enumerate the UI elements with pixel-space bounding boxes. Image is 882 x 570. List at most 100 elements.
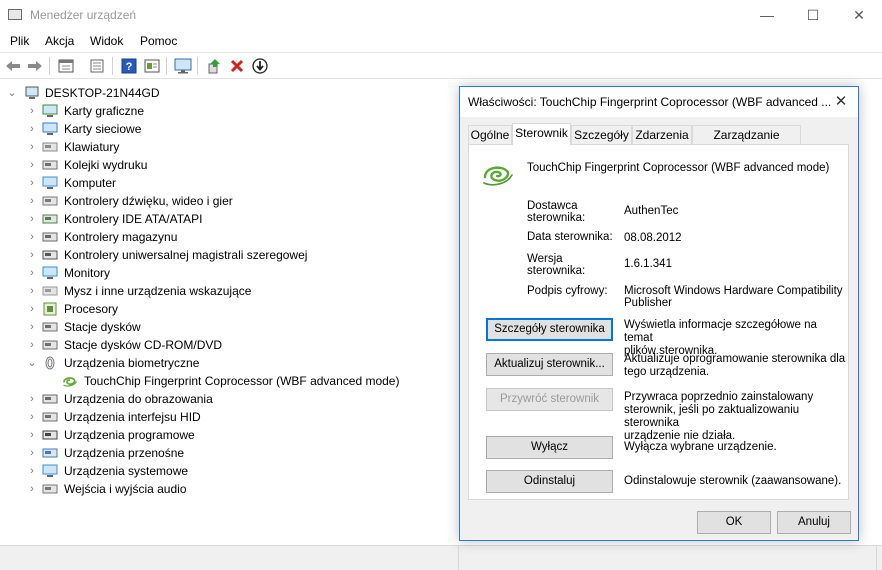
uninstall-driver-description: Odinstalowuje sterownik (zaawansowane). bbox=[624, 475, 842, 487]
window-title: Menedżer urządzeń bbox=[30, 8, 137, 22]
system-device-icon bbox=[42, 464, 58, 478]
menu-plik[interactable]: Plik bbox=[10, 34, 29, 48]
device-manager-icon bbox=[8, 9, 22, 20]
expand-chevron-icon[interactable]: › bbox=[27, 462, 37, 480]
expand-chevron-icon[interactable]: › bbox=[27, 408, 37, 426]
menu-akcja[interactable]: Akcja bbox=[45, 34, 74, 48]
disk-drive-icon bbox=[42, 320, 58, 334]
tab-zarzadzanie-energia[interactable]: Zarządzanie energią bbox=[692, 125, 801, 161]
expand-chevron-icon[interactable]: › bbox=[27, 282, 37, 300]
menu-pomoc[interactable]: Pomoc bbox=[140, 34, 177, 48]
expand-chevron-icon[interactable]: › bbox=[27, 336, 37, 354]
status-bar-divider bbox=[876, 546, 877, 570]
svg-text:?: ? bbox=[126, 61, 133, 73]
expand-chevron-icon[interactable]: › bbox=[27, 264, 37, 282]
tree-item-label: Kolejki wydruku bbox=[64, 158, 148, 172]
minimize-button[interactable]: — bbox=[744, 0, 790, 30]
hid-icon bbox=[42, 410, 58, 424]
disable-device-button[interactable]: Wyłącz bbox=[486, 436, 613, 459]
roll-back-driver-button[interactable]: Przywróć sterownik bbox=[486, 388, 613, 411]
tree-item-label: Urządzenia biometryczne bbox=[64, 356, 200, 370]
menu-widok[interactable]: Widok bbox=[90, 34, 123, 48]
tree-item-label: Mysz i inne urządzenia wskazujące bbox=[64, 284, 252, 298]
details-view-icon[interactable] bbox=[143, 57, 161, 75]
toolbar: ? bbox=[0, 52, 882, 79]
driver-date-value: 08.08.2012 bbox=[624, 232, 682, 244]
uninstall-x-icon[interactable] bbox=[228, 57, 246, 75]
menu-bar: Plik Akcja Widok Pomoc bbox=[0, 30, 882, 52]
keyboard-icon bbox=[42, 140, 58, 154]
forward-arrow-icon[interactable] bbox=[26, 57, 44, 75]
expand-chevron-icon[interactable]: › bbox=[27, 390, 37, 408]
tab-ogolne[interactable]: Ogólne bbox=[468, 125, 512, 144]
maximize-button[interactable]: ☐ bbox=[790, 0, 836, 30]
close-button[interactable]: ✕ bbox=[836, 0, 882, 30]
expand-chevron-icon[interactable]: › bbox=[27, 444, 37, 462]
tab-sterownik[interactable]: Sterownik bbox=[512, 123, 571, 145]
update-driver-icon[interactable] bbox=[205, 57, 223, 75]
tree-item-label: Procesory bbox=[64, 302, 119, 316]
touchchip-icon bbox=[62, 374, 78, 388]
ok-button[interactable]: OK bbox=[697, 511, 771, 534]
digital-signer-label: Podpis cyfrowy: bbox=[527, 285, 608, 297]
driver-date-label: Data sterownika: bbox=[527, 231, 613, 243]
network-adapter-icon bbox=[42, 122, 58, 136]
driver-details-button[interactable]: Szczegóły sterownika bbox=[486, 318, 613, 341]
expand-chevron-icon[interactable]: › bbox=[27, 480, 37, 498]
expand-chevron-icon[interactable]: › bbox=[27, 210, 37, 228]
usb-icon bbox=[42, 248, 58, 262]
printer-icon bbox=[42, 158, 58, 172]
audio-io-icon bbox=[42, 482, 58, 496]
toolbar-separator bbox=[112, 57, 113, 75]
expand-chevron-icon[interactable]: › bbox=[27, 156, 37, 174]
display-adapter-icon bbox=[42, 104, 58, 118]
properties-pane-icon[interactable] bbox=[57, 57, 75, 75]
status-bar-divider bbox=[458, 546, 459, 570]
dialog-title: Właściwości: TouchChip Fingerprint Copro… bbox=[468, 95, 832, 109]
expand-chevron-icon[interactable]: › bbox=[27, 318, 37, 336]
tree-item-label: Stacje dysków CD-ROM/DVD bbox=[64, 338, 223, 352]
driver-provider-label: Dostawca sterownika: bbox=[527, 200, 586, 224]
help-icon[interactable]: ? bbox=[120, 57, 138, 75]
device-name: TouchChip Fingerprint Coprocessor (WBF a… bbox=[527, 162, 830, 174]
tree-item-label: Monitory bbox=[64, 266, 111, 280]
cancel-button[interactable]: Anuluj bbox=[777, 511, 851, 534]
toolbar-separator bbox=[49, 57, 50, 75]
download-circle-icon[interactable] bbox=[251, 57, 269, 75]
expand-chevron-icon[interactable]: › bbox=[27, 228, 37, 246]
expand-chevron-icon[interactable]: › bbox=[27, 174, 37, 192]
back-arrow-icon[interactable] bbox=[4, 57, 22, 75]
roll-back-driver-description: Przywraca poprzednio zainstalowany sterow… bbox=[624, 391, 814, 442]
tree-item-label: Kontrolery magazynu bbox=[64, 230, 178, 244]
expand-chevron-icon[interactable]: › bbox=[27, 138, 37, 156]
update-driver-description: Aktualizuje oprogramowanie sterownika dl… bbox=[624, 353, 846, 378]
speaker-icon bbox=[42, 194, 58, 208]
tree-item-label: Stacje dysków bbox=[64, 320, 141, 334]
cpu-icon bbox=[42, 302, 58, 316]
storage-controller-icon bbox=[42, 230, 58, 244]
expand-chevron-icon[interactable]: › bbox=[27, 300, 37, 318]
collapse-chevron-icon[interactable]: ⌄ bbox=[7, 84, 17, 102]
portable-device-icon bbox=[42, 446, 58, 460]
expand-chevron-icon[interactable]: › bbox=[27, 426, 37, 444]
tree-item-label: Urządzenia interfejsu HID bbox=[64, 410, 201, 424]
expand-chevron-icon[interactable]: › bbox=[27, 192, 37, 210]
tree-item-label: Urządzenia do obrazowania bbox=[64, 392, 213, 406]
expand-chevron-icon[interactable]: › bbox=[27, 120, 37, 138]
expand-chevron-icon[interactable]: › bbox=[27, 246, 37, 264]
tab-zdarzenia[interactable]: Zdarzenia bbox=[632, 125, 692, 144]
mouse-icon bbox=[42, 284, 58, 298]
expand-chevron-icon[interactable]: › bbox=[27, 102, 37, 120]
ide-controller-icon bbox=[42, 212, 58, 226]
properties-dialog: Właściwości: TouchChip Fingerprint Copro… bbox=[459, 86, 859, 541]
uninstall-driver-button[interactable]: Odinstaluj bbox=[486, 470, 613, 493]
status-bar bbox=[0, 545, 882, 570]
tab-szczegoly[interactable]: Szczegóły bbox=[571, 125, 632, 144]
list-view-icon[interactable] bbox=[88, 57, 106, 75]
dvd-drive-icon bbox=[42, 338, 58, 352]
collapse-chevron-icon[interactable]: ⌄ bbox=[27, 354, 37, 372]
update-driver-button[interactable]: Aktualizuj sterownik... bbox=[486, 353, 613, 376]
monitor-scan-icon[interactable] bbox=[174, 57, 192, 75]
dialog-close-button[interactable]: ✕ bbox=[830, 91, 852, 113]
software-device-icon bbox=[42, 428, 58, 442]
